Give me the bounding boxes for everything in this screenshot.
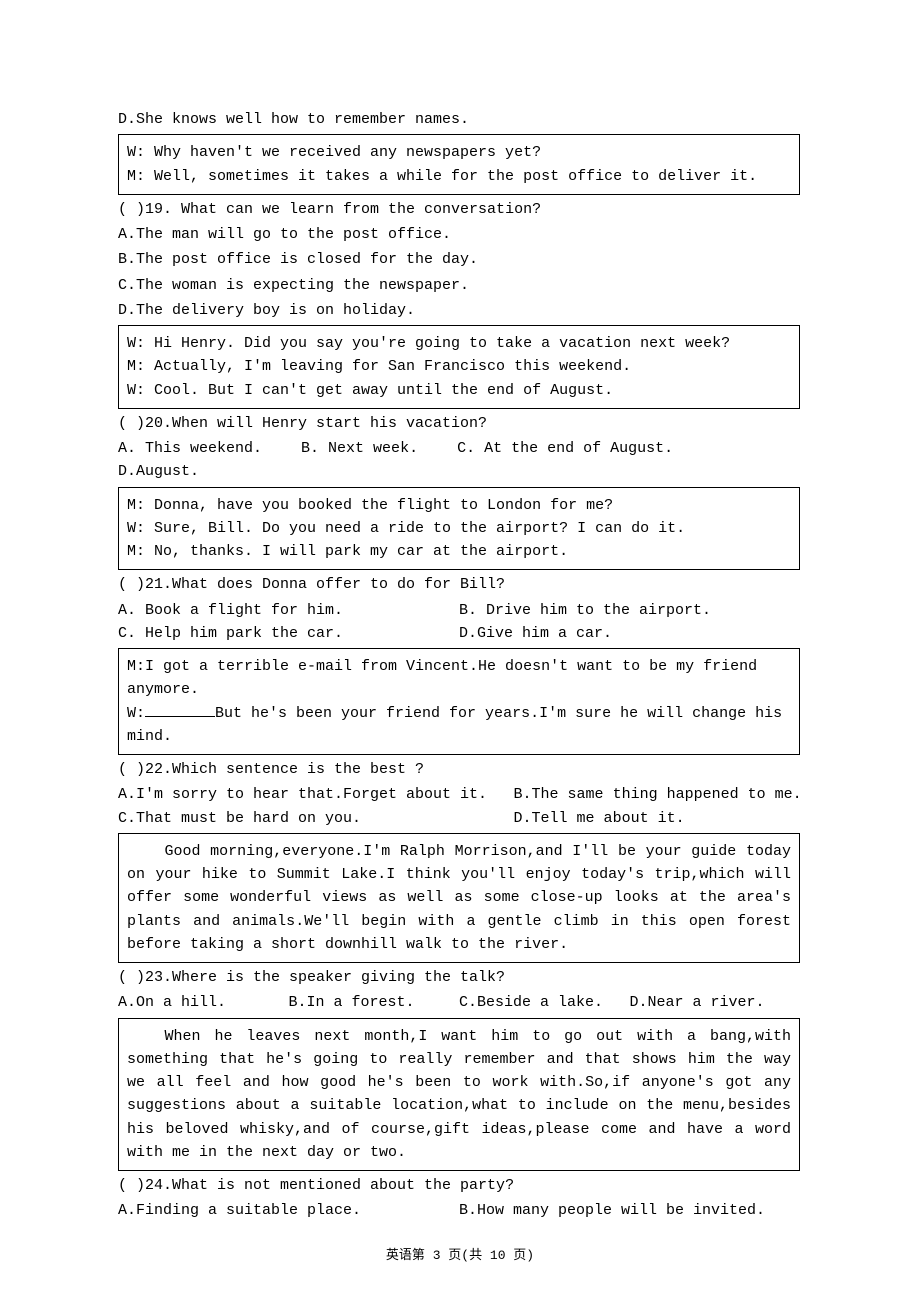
q24-options-row1: A.Finding a suitable place. B.How many p… (118, 1199, 800, 1222)
q21-opt-d: D.Give him a car. (459, 622, 800, 645)
q21-opt-c: C. Help him park the car. (118, 622, 459, 645)
dialog-q19: W: Why haven't we received any newspaper… (118, 134, 800, 195)
dialog-q20: W: Hi Henry. Did you say you're going to… (118, 325, 800, 409)
dialog-line: W: Why haven't we received any newspaper… (127, 141, 791, 164)
q19-opt-d: D.The delivery boy is on holiday. (118, 299, 800, 322)
fill-blank[interactable] (145, 702, 215, 717)
q23-opt-a: A.On a hill. (118, 991, 289, 1014)
q23-stem: ( )23.Where is the speaker giving the ta… (118, 966, 800, 989)
q22-opt-d: D.Tell me about it. (514, 807, 685, 830)
q20-opt-a: A. This weekend. (118, 440, 262, 457)
q21-opt-a: A. Book a flight for him. (118, 599, 459, 622)
q19-stem: ( )19. What can we learn from the conver… (118, 198, 800, 221)
q22-opt-a: A.I'm sorry to hear that.Forget about it… (118, 783, 514, 806)
q19-opt-b: B.The post office is closed for the day. (118, 248, 800, 271)
dialog-q22: M:I got a terrible e-mail from Vincent.H… (118, 648, 800, 755)
q22-stem: ( )22.Which sentence is the best ? (118, 758, 800, 781)
dialog-line: W:But he's been your friend for years.I'… (127, 702, 791, 749)
dialog-line: M: Actually, I'm leaving for San Francis… (127, 355, 791, 378)
q20-opt-d: D.August. (118, 463, 199, 480)
page-footer: 英语第 3 页(共 10 页) (0, 1246, 920, 1266)
dialog-line: W: Sure, Bill. Do you need a ride to the… (127, 517, 791, 540)
dialog-tail: But he's been your friend for years.I'm … (127, 705, 782, 745)
q23-opt-c: C.Beside a lake. (459, 991, 630, 1014)
dialog-line: M:I got a terrible e-mail from Vincent.H… (127, 655, 791, 702)
dialog-line: M: No, thanks. I will park my car at the… (127, 540, 791, 563)
q23-options: A.On a hill. B.In a forest. C.Beside a l… (118, 991, 800, 1014)
dialog-line: M: Donna, have you booked the flight to … (127, 494, 791, 517)
q21-stem: ( )21.What does Donna offer to do for Bi… (118, 573, 800, 596)
q20-stem: ( )20.When will Henry start his vacation… (118, 412, 800, 435)
q19-opt-a: A.The man will go to the post office. (118, 223, 800, 246)
dialog-q21: M: Donna, have you booked the flight to … (118, 487, 800, 571)
q21-opt-b: B. Drive him to the airport. (459, 599, 800, 622)
q20-options: A. This weekend. B. Next week. C. At the… (118, 437, 800, 484)
q24-opt-a: A.Finding a suitable place. (118, 1199, 459, 1222)
passage-q23: Good morning,everyone.I'm Ralph Morrison… (118, 833, 800, 963)
q21-options-row1: A. Book a flight for him. B. Drive him t… (118, 599, 800, 622)
dialog-line: W: Hi Henry. Did you say you're going to… (127, 332, 791, 355)
q22-options-row2: C.That must be hard on you. D.Tell me ab… (118, 807, 800, 830)
passage-text: When he leaves next month,I want him to … (127, 1025, 791, 1165)
q23-opt-b: B.In a forest. (289, 991, 460, 1014)
option-d-prev-question: D.She knows well how to remember names. (118, 108, 800, 131)
dialog-line: W: Cool. But I can't get away until the … (127, 379, 791, 402)
q24-stem: ( )24.What is not mentioned about the pa… (118, 1174, 800, 1197)
q19-opt-c: C.The woman is expecting the newspaper. (118, 274, 800, 297)
q21-options-row2: C. Help him park the car. D.Give him a c… (118, 622, 800, 645)
dialog-line: M: Well, sometimes it takes a while for … (127, 165, 791, 188)
q22-opt-c: C.That must be hard on you. (118, 807, 514, 830)
q23-opt-d: D.Near a river. (630, 991, 801, 1014)
q20-opt-c: C. At the end of August. (457, 440, 673, 457)
passage-text: Good morning,everyone.I'm Ralph Morrison… (127, 840, 791, 956)
dialog-speaker: W: (127, 705, 145, 722)
worksheet-page: D.She knows well how to remember names. … (0, 0, 920, 1302)
q20-opt-b: B. Next week. (301, 440, 418, 457)
q24-opt-b: B.How many people will be invited. (459, 1199, 800, 1222)
q22-options-row1: A.I'm sorry to hear that.Forget about it… (118, 783, 800, 806)
passage-q24: When he leaves next month,I want him to … (118, 1018, 800, 1172)
q22-opt-b: B.The same thing happened to me. (514, 783, 802, 806)
